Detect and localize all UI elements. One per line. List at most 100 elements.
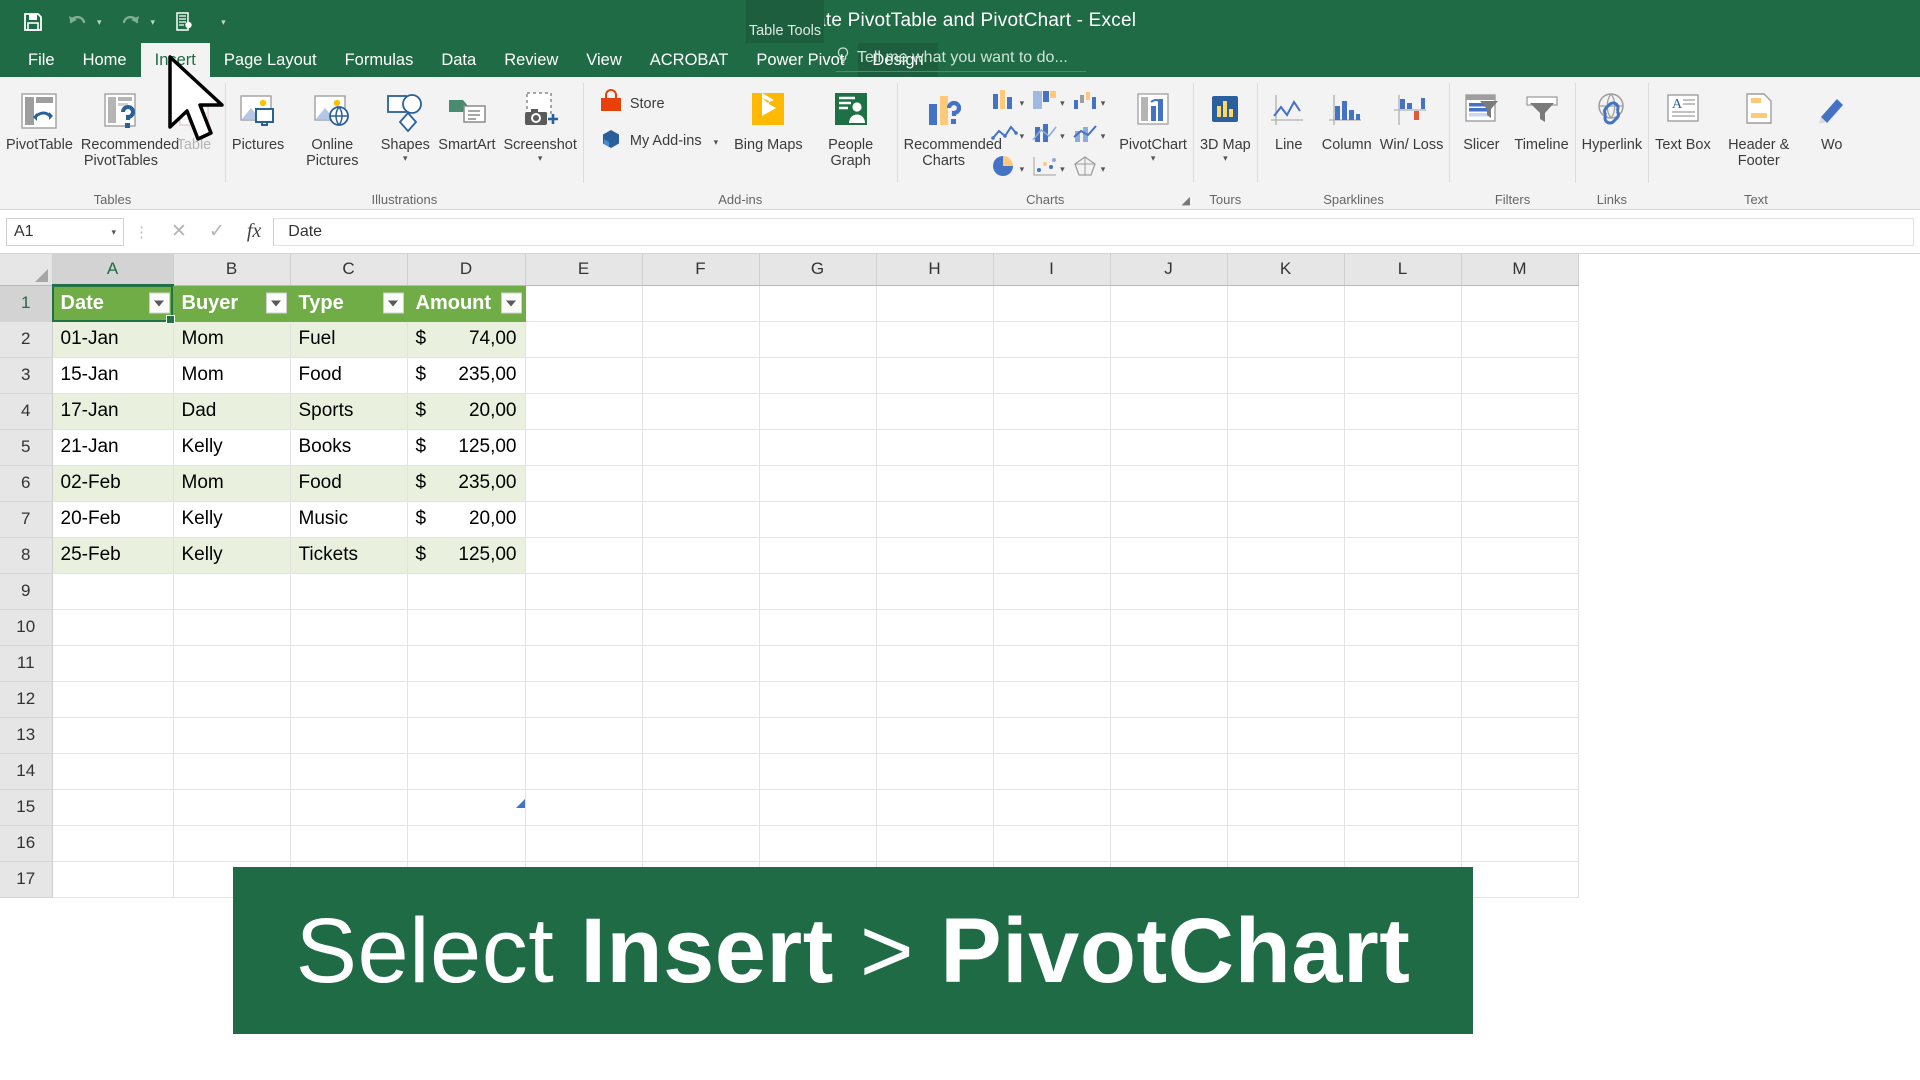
radar-chart-button[interactable]: ▾ [1069, 153, 1108, 184]
cell-k6[interactable] [1227, 465, 1345, 502]
column-header-l[interactable]: L [1344, 254, 1462, 286]
cell-j15[interactable] [1110, 789, 1228, 826]
cell-h11[interactable] [876, 645, 994, 682]
bing-maps-button[interactable]: Bing Maps [730, 83, 807, 155]
hyperlink-button[interactable]: Hyperlink [1578, 83, 1646, 155]
pivottable-button[interactable]: PivotTable [2, 83, 77, 155]
column-header-c[interactable]: C [290, 254, 408, 286]
line-chart-button[interactable]: ▾ [988, 120, 1027, 151]
cancel-icon[interactable]: ✕ [171, 220, 187, 243]
cell-m7[interactable] [1461, 501, 1579, 538]
cell-d6[interactable]: $235,00 [407, 465, 526, 502]
filter-button-buyer[interactable] [265, 292, 287, 314]
cell-d7[interactable]: $20,00 [407, 501, 526, 538]
cell-j4[interactable] [1110, 393, 1228, 430]
cell-b4[interactable]: Dad [173, 393, 291, 430]
cell-i5[interactable] [993, 429, 1111, 466]
tell-me-search[interactable]: Tell me what you want to do... [836, 47, 1086, 72]
cell-j7[interactable] [1110, 501, 1228, 538]
cell-f2[interactable] [642, 321, 760, 358]
cell-a11[interactable] [52, 645, 174, 682]
cell-c15[interactable] [290, 789, 408, 826]
filter-button-type[interactable] [382, 292, 404, 314]
row-header-9[interactable]: 9 [0, 573, 53, 610]
cell-l15[interactable] [1344, 789, 1462, 826]
cell-i14[interactable] [993, 753, 1111, 790]
column-header-f[interactable]: F [642, 254, 760, 286]
row-header-4[interactable]: 4 [0, 393, 53, 430]
row-header-11[interactable]: 11 [0, 645, 53, 682]
cell-i12[interactable] [993, 681, 1111, 718]
cell-a8[interactable]: 25-Feb [52, 537, 174, 574]
cell-d2[interactable]: $74,00 [407, 321, 526, 358]
column-header-j[interactable]: J [1110, 254, 1228, 286]
cell-b14[interactable] [173, 753, 291, 790]
cell-g5[interactable] [759, 429, 877, 466]
tab-formulas[interactable]: Formulas [331, 43, 428, 77]
cell-l8[interactable] [1344, 537, 1462, 574]
cell-a9[interactable] [52, 573, 174, 610]
cell-i11[interactable] [993, 645, 1111, 682]
row-header-1[interactable]: 1 [0, 285, 53, 322]
shapes-dropdown-caret-icon[interactable]: ▾ [403, 154, 408, 163]
cell-a6[interactable]: 02-Feb [52, 465, 174, 502]
cell-d4[interactable]: $20,00 [407, 393, 526, 430]
row-header-10[interactable]: 10 [0, 609, 53, 646]
cell-f15[interactable] [642, 789, 760, 826]
smartart-button[interactable]: SmartArt [434, 83, 499, 155]
cell-g15[interactable] [759, 789, 877, 826]
tab-insert[interactable]: Insert [140, 43, 210, 77]
cell-f16[interactable] [642, 825, 760, 862]
hierarchy-chart-dropdown-caret-icon[interactable]: ▾ [1060, 99, 1065, 108]
cell-b12[interactable] [173, 681, 291, 718]
cell-m6[interactable] [1461, 465, 1579, 502]
cell-f3[interactable] [642, 357, 760, 394]
my-addins-button[interactable]: My Add-ins ▾ [594, 124, 722, 158]
cell-l4[interactable] [1344, 393, 1462, 430]
row-header-14[interactable]: 14 [0, 753, 53, 790]
select-all-corner[interactable] [0, 254, 53, 286]
cell-b2[interactable]: Mom [173, 321, 291, 358]
cell-h15[interactable] [876, 789, 994, 826]
cell-l9[interactable] [1344, 573, 1462, 610]
waterfall-chart-dropdown-caret-icon[interactable]: ▾ [1101, 99, 1106, 108]
3d-map-button[interactable]: 3D Map ▾ [1196, 83, 1255, 164]
row-header-13[interactable]: 13 [0, 717, 53, 754]
cell-c9[interactable] [290, 573, 408, 610]
cell-a5[interactable]: 21-Jan [52, 429, 174, 466]
cell-g2[interactable] [759, 321, 877, 358]
cell-h5[interactable] [876, 429, 994, 466]
tab-acrobat[interactable]: ACROBAT [636, 43, 743, 77]
cell-c12[interactable] [290, 681, 408, 718]
cell-a13[interactable] [52, 717, 174, 754]
cell-h16[interactable] [876, 825, 994, 862]
cell-d15[interactable] [407, 789, 526, 826]
scatter-chart-button[interactable]: ▾ [1028, 153, 1067, 184]
cell-c5[interactable]: Books [290, 429, 408, 466]
cell-e12[interactable] [525, 681, 643, 718]
cell-b1[interactable]: Buyer [173, 285, 291, 322]
pie-chart-button[interactable]: ▾ [988, 153, 1027, 184]
cell-k16[interactable] [1227, 825, 1345, 862]
hierarchy-chart-button[interactable]: ▾ [1028, 87, 1067, 118]
cell-g9[interactable] [759, 573, 877, 610]
cell-b5[interactable]: Kelly [173, 429, 291, 466]
people-graph-button[interactable]: People Graph [807, 83, 895, 171]
cell-a1[interactable]: Date [52, 285, 174, 322]
cell-d5[interactable]: $125,00 [407, 429, 526, 466]
cell-h1[interactable] [876, 285, 994, 322]
cell-l2[interactable] [1344, 321, 1462, 358]
cell-g11[interactable] [759, 645, 877, 682]
cell-f5[interactable] [642, 429, 760, 466]
cell-j12[interactable] [1110, 681, 1228, 718]
cell-a10[interactable] [52, 609, 174, 646]
cell-e4[interactable] [525, 393, 643, 430]
cell-b16[interactable] [173, 825, 291, 862]
cell-g14[interactable] [759, 753, 877, 790]
cell-c8[interactable]: Tickets [290, 537, 408, 574]
cell-e8[interactable] [525, 537, 643, 574]
row-header-8[interactable]: 8 [0, 537, 53, 574]
cell-c13[interactable] [290, 717, 408, 754]
row-header-16[interactable]: 16 [0, 825, 53, 862]
sparkline-winloss-button[interactable]: Win/ Loss [1376, 83, 1448, 155]
